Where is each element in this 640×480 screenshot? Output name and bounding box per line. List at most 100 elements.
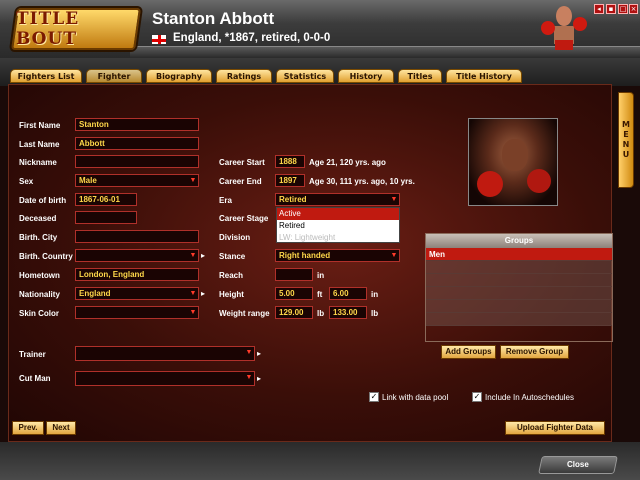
tab-fighters-list[interactable]: Fighters List [10, 69, 82, 83]
career-end-field[interactable]: 1897 [275, 174, 305, 187]
tab-biography[interactable]: Biography [146, 69, 212, 83]
next-button[interactable]: Next [46, 421, 76, 435]
window-minimize-icon[interactable]: ▪ [606, 4, 616, 14]
menu-side-tab[interactable]: M E N U [618, 92, 634, 188]
remove-group-button[interactable]: Remove Group [500, 345, 569, 359]
window-close-icon[interactable]: × [629, 4, 638, 14]
birth-country-label: Birth. Country [19, 252, 73, 261]
career-start-note: Age 21, 120 yrs. ago [309, 158, 386, 167]
stance-label: Stance [219, 252, 246, 261]
menu-letter: M [622, 120, 630, 129]
nickname-label: Nickname [19, 158, 57, 167]
deceased-field[interactable] [75, 211, 137, 224]
trainer-label: Trainer [19, 350, 46, 359]
birth-country-select[interactable]: ▼ [75, 249, 199, 262]
trainer-select[interactable]: ▼ [75, 346, 255, 361]
weight-min-field[interactable]: 129.00 [275, 306, 313, 319]
last-name-label: Last Name [19, 140, 60, 149]
tab-bar: Fighters List Fighter Biography Ratings … [0, 58, 640, 86]
nationality-value: England [79, 289, 111, 298]
weight-range-label: Weight range [219, 309, 270, 318]
nationality-label: Nationality [19, 290, 60, 299]
career-start-label: Career Start [219, 158, 265, 167]
era-option-retired[interactable]: Retired [277, 220, 399, 232]
chevron-right-icon[interactable]: ▸ [257, 347, 263, 360]
fighter-summary: England, *1867, retired, 0-0-0 [173, 32, 331, 44]
height-ft-field[interactable]: 5.00 [275, 287, 313, 300]
division-label: Division [219, 233, 251, 242]
menu-letter: U [622, 150, 630, 159]
career-start-field[interactable]: 1888 [275, 155, 305, 168]
tab-history[interactable]: History [338, 69, 394, 83]
add-groups-button[interactable]: Add Groups [441, 345, 496, 359]
height-in-unit: in [371, 290, 379, 299]
weight-max-field[interactable]: 133.00 [329, 306, 367, 319]
chevron-down-icon: ▼ [189, 252, 197, 259]
group-empty-row [426, 287, 612, 300]
cut-man-label: Cut Man [19, 374, 51, 383]
tab-statistics[interactable]: Statistics [276, 69, 334, 83]
skin-color-select[interactable]: ▼ [75, 306, 199, 319]
cut-man-select[interactable]: ▼ [75, 371, 255, 386]
weight-max-unit: lb [371, 309, 379, 318]
chevron-down-icon: ▼ [189, 309, 197, 316]
menu-letter: E [623, 130, 629, 139]
height-ft-unit: ft [317, 290, 323, 299]
group-item[interactable]: Men [426, 248, 612, 261]
height-label: Height [219, 290, 244, 299]
stance-value: Right handed [279, 251, 331, 260]
tab-ratings[interactable]: Ratings [216, 69, 272, 83]
weight-min-unit: lb [317, 309, 325, 318]
close-button[interactable]: Close [538, 456, 618, 474]
chevron-right-icon[interactable]: ▸ [257, 372, 263, 385]
last-name-field[interactable]: Abbott [75, 137, 199, 150]
window-maximize-icon[interactable]: □ [618, 4, 628, 14]
upload-fighter-data-button[interactable]: Upload Fighter Data [505, 421, 605, 435]
chevron-down-icon: ▼ [189, 290, 197, 297]
group-empty-row [426, 274, 612, 287]
group-empty-row [426, 261, 612, 274]
era-value: Retired [279, 195, 307, 204]
career-stage-label: Career Stage [219, 214, 269, 223]
chevron-down-icon: ▼ [189, 177, 197, 184]
era-label: Era [219, 196, 232, 205]
era-option-lightweight[interactable]: LW: Lightweight [277, 232, 399, 244]
birth-city-field[interactable] [75, 230, 199, 243]
hometown-field[interactable]: London, England [75, 268, 199, 281]
link-data-pool-checkbox[interactable]: ✓ [369, 392, 379, 402]
reach-label: Reach [219, 271, 244, 280]
groups-header: Groups [426, 234, 612, 248]
tab-titles[interactable]: Titles [398, 69, 442, 83]
era-select[interactable]: Retired ▼ [275, 193, 400, 206]
first-name-field[interactable]: Stanton [75, 118, 199, 131]
height-in-field[interactable]: 6.00 [329, 287, 367, 300]
chevron-down-icon: ▼ [245, 349, 253, 356]
chevron-right-icon[interactable]: ▸ [201, 249, 207, 262]
reach-field[interactable] [275, 268, 313, 281]
career-end-label: Career End [219, 177, 262, 186]
fighter-photo [468, 118, 558, 206]
chevron-down-icon: ▼ [245, 374, 253, 381]
dob-label: Date of birth [19, 196, 67, 205]
window-help-icon[interactable]: ◂ [594, 4, 604, 14]
nickname-field[interactable] [75, 155, 199, 168]
menu-letter: N [622, 140, 630, 149]
link-data-pool-label: Link with data pool [382, 393, 449, 402]
stance-select[interactable]: Right handed ▼ [275, 249, 400, 262]
chevron-right-icon[interactable]: ▸ [201, 287, 207, 300]
sex-select[interactable]: Male ▼ [75, 174, 199, 187]
era-option-active[interactable]: Active [277, 208, 399, 220]
title-bout-logo: TITLE BOUT [11, 8, 141, 50]
birth-city-label: Birth. City [19, 233, 58, 242]
prev-button[interactable]: Prev. [12, 421, 44, 435]
tab-title-history[interactable]: Title History [446, 69, 522, 83]
sex-value: Male [79, 176, 97, 185]
sex-label: Sex [19, 177, 34, 186]
nationality-select[interactable]: England ▼ [75, 287, 199, 300]
dob-field[interactable]: 1867-06-01 [75, 193, 137, 206]
chevron-down-icon: ▼ [390, 196, 398, 203]
tab-fighter[interactable]: Fighter [86, 69, 142, 83]
autoschedules-checkbox[interactable]: ✓ [472, 392, 482, 402]
hometown-label: Hometown [19, 271, 60, 280]
fighter-name-heading: Stanton Abbott [152, 9, 275, 28]
